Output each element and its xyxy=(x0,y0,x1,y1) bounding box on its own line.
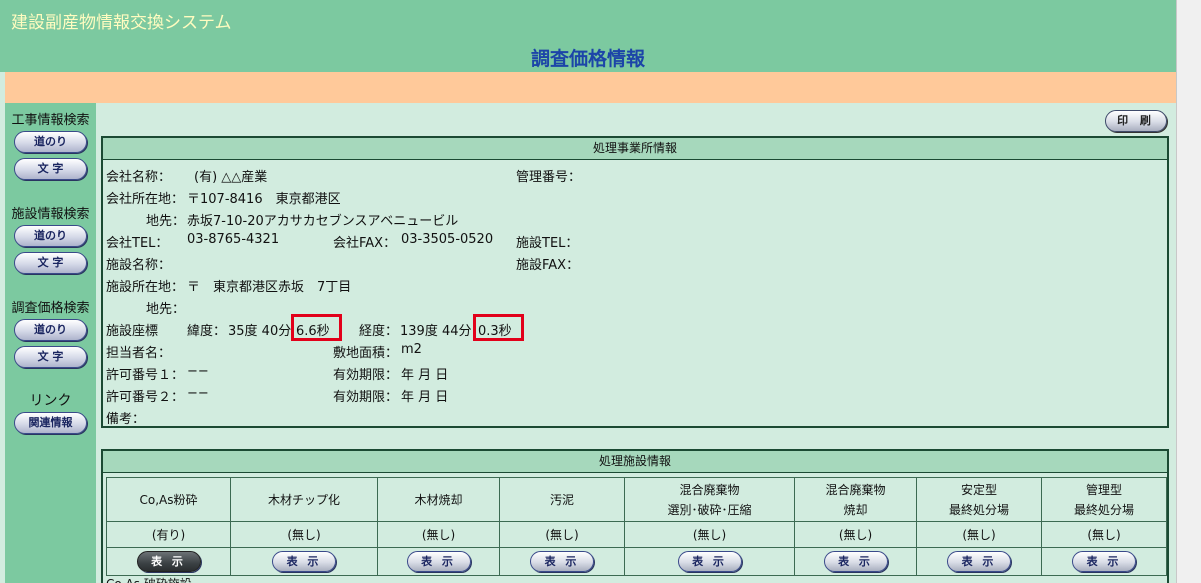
company-fax-value: 03-3505-0520 xyxy=(401,232,494,247)
longitude-dm-value: 139度 44分 xyxy=(400,324,472,339)
facility-address-label: 施設所在地： xyxy=(106,280,185,295)
price-route-button[interactable]: 道のり xyxy=(14,319,87,341)
facility-status: (無し) xyxy=(499,521,625,548)
office-info-panel: 処理事業所情報 会社名称： (有) △△産業 管理番号： 会社所在地： 〒107… xyxy=(101,136,1169,428)
permit1-value: −− xyxy=(187,364,209,379)
permit2-label: 許可番号２： xyxy=(106,390,185,405)
office-info-header: 処理事業所情報 xyxy=(103,138,1167,160)
permit1-label: 許可番号１： xyxy=(106,368,185,383)
show-button-wood-chip[interactable]: 表 示 xyxy=(272,551,336,572)
company-tel-label: 会社TEL： xyxy=(106,236,169,251)
facility-fax-label: 施設FAX： xyxy=(516,258,580,273)
company-name-value: (有) △△産業 xyxy=(194,170,268,185)
show-button-co-as[interactable]: 表 示 xyxy=(136,551,201,572)
latitude-label: 緯度： xyxy=(187,324,227,339)
latitude-seconds-highlight xyxy=(291,314,342,341)
company-tel-value: 03-8765-4321 xyxy=(187,232,280,247)
validity2-value: 年 月 日 xyxy=(401,390,449,405)
show-button-sludge[interactable]: 表 示 xyxy=(530,551,594,572)
facility-col-header: 管理型 最終処分場 xyxy=(1041,477,1167,522)
facility-status: (無し) xyxy=(624,521,795,548)
facility-col-header: 混合廃棄物 選別･破砕･圧縮 xyxy=(624,477,795,522)
facility-route-button[interactable]: 道のり xyxy=(14,225,87,247)
facility-col-header: Co,As粉砕 xyxy=(106,477,231,522)
address-detail-label: 地先： xyxy=(146,214,186,229)
sidebar-label-facility-search: 施設情報検索 xyxy=(11,207,90,222)
show-button-managed-landfill[interactable]: 表 示 xyxy=(1072,551,1136,572)
facility-col-header: 汚泥 xyxy=(499,477,625,522)
coords-label: 施設座標 xyxy=(106,324,159,339)
sidebar-label-construction-search: 工事情報検索 xyxy=(11,113,90,128)
remarks-label: 備考： xyxy=(106,412,146,427)
company-name-label: 会社名称： xyxy=(106,170,172,185)
facility-status: (無し) xyxy=(794,521,917,548)
facility-status: (無し) xyxy=(230,521,378,548)
system-title: 建設副産物情報交換システム xyxy=(11,13,232,33)
management-no-label: 管理番号： xyxy=(516,170,582,185)
page-title: 調査価格情報 xyxy=(530,48,645,70)
address-detail-value: 赤坂7-10-20アカサカセブンスアベニュービル xyxy=(187,214,459,229)
facility-status: (有り) xyxy=(106,521,231,548)
validity1-label: 有効期限： xyxy=(333,368,399,383)
show-button-stable-landfill[interactable]: 表 示 xyxy=(947,551,1011,572)
latitude-dm-value: 35度 40分 xyxy=(228,324,292,339)
site-area-value: m2 xyxy=(401,342,422,357)
longitude-label: 経度： xyxy=(359,324,399,339)
sidebar-label-link: リンク xyxy=(29,393,72,409)
sidebar-label-price-search: 調査価格検索 xyxy=(11,301,90,316)
company-address-value: 〒107-8416 東京都港区 xyxy=(187,192,341,207)
site-area-label: 敷地面積： xyxy=(333,346,399,361)
show-button-mixed-incineration[interactable]: 表 示 xyxy=(823,551,888,572)
validity2-label: 有効期限： xyxy=(333,390,399,405)
facility-section-caption: Co,As 破砕施設 xyxy=(106,575,192,583)
facility-status: (無し) xyxy=(377,521,500,548)
price-text-button[interactable]: 文 字 xyxy=(14,346,87,368)
sidebar: 工事情報検索 道のり 文 字 施設情報検索 道のり 文 字 調査価格検索 道のり… xyxy=(5,103,96,583)
related-info-button[interactable]: 関連情報 xyxy=(14,412,87,434)
facility-detail-label: 地先： xyxy=(146,302,186,317)
show-button-mixed-sort[interactable]: 表 示 xyxy=(677,551,742,572)
orange-bar xyxy=(5,72,1176,103)
window-right-margin xyxy=(1176,0,1201,583)
facility-col-header: 木材チップ化 xyxy=(230,477,378,522)
facility-info-panel: 処理施設情報 Co,As粉砕 木材チップ化 木材焼却 汚泥 混合廃棄物 選別･破砕… xyxy=(101,449,1169,583)
construction-text-button[interactable]: 文 字 xyxy=(14,158,87,180)
facility-address-value: 〒 東京都港区赤坂 7丁目 xyxy=(187,280,352,295)
facility-name-label: 施設名称： xyxy=(106,258,172,273)
facility-status: (無し) xyxy=(916,521,1042,548)
facility-col-header: 混合廃棄物 焼却 xyxy=(794,477,917,522)
print-button[interactable]: 印 刷 xyxy=(1105,110,1167,132)
person-label: 担当者名： xyxy=(106,346,172,361)
construction-route-button[interactable]: 道のり xyxy=(14,131,87,153)
facility-col-header: 木材焼却 xyxy=(377,477,500,522)
permit2-value: −− xyxy=(187,386,209,401)
facility-text-button[interactable]: 文 字 xyxy=(14,252,87,274)
longitude-seconds-highlight xyxy=(473,314,524,341)
show-button-wood-incineration[interactable]: 表 示 xyxy=(406,551,471,572)
company-address-label: 会社所在地： xyxy=(106,192,185,207)
company-fax-label: 会社FAX： xyxy=(333,236,397,251)
facility-info-header: 処理施設情報 xyxy=(103,451,1167,473)
facility-tel-label: 施設TEL： xyxy=(516,236,579,251)
header-bar: 建設副産物情報交換システム 調査価格情報 xyxy=(0,0,1176,72)
facility-col-header: 安定型 最終処分場 xyxy=(916,477,1042,522)
facility-status: (無し) xyxy=(1041,521,1167,548)
validity1-value: 年 月 日 xyxy=(401,368,449,383)
facility-table: Co,As粉砕 木材チップ化 木材焼却 汚泥 混合廃棄物 選別･破砕･圧縮 混合廃… xyxy=(106,477,1167,576)
